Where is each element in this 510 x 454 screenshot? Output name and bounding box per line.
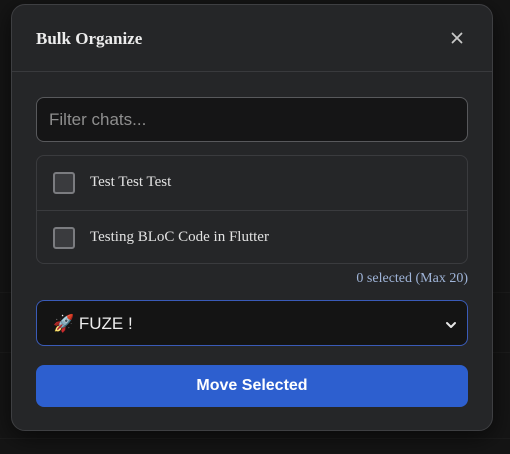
chat-checkbox[interactable] — [53, 227, 75, 249]
chat-checkbox[interactable] — [53, 172, 75, 194]
move-selected-button[interactable]: Move Selected — [36, 365, 468, 407]
dialog-title: Bulk Organize — [36, 29, 143, 48]
chat-list-item[interactable]: Testing BLoC Code in Flutter — [37, 210, 467, 263]
close-icon — [451, 32, 463, 44]
chevron-down-icon — [445, 318, 457, 336]
folder-select-value: 🚀 FUZE ! — [53, 314, 133, 333]
bulk-organize-dialog: Bulk Organize Test Test Test Testing BLo… — [11, 4, 493, 431]
close-button[interactable] — [446, 27, 468, 49]
selected-count-text: 0 selected (Max 20) — [356, 271, 468, 286]
chat-list: Test Test Test Testing BLoC Code in Flut… — [36, 155, 468, 264]
dialog-header: Bulk Organize — [12, 5, 492, 72]
chat-list-item[interactable]: Test Test Test — [37, 156, 467, 210]
chat-title: Testing BLoC Code in Flutter — [90, 229, 269, 245]
backdrop-divider — [0, 438, 510, 439]
filter-chats-input[interactable] — [36, 97, 468, 142]
chat-title: Test Test Test — [90, 174, 172, 190]
target-folder-select[interactable]: 🚀 FUZE ! — [36, 300, 468, 346]
